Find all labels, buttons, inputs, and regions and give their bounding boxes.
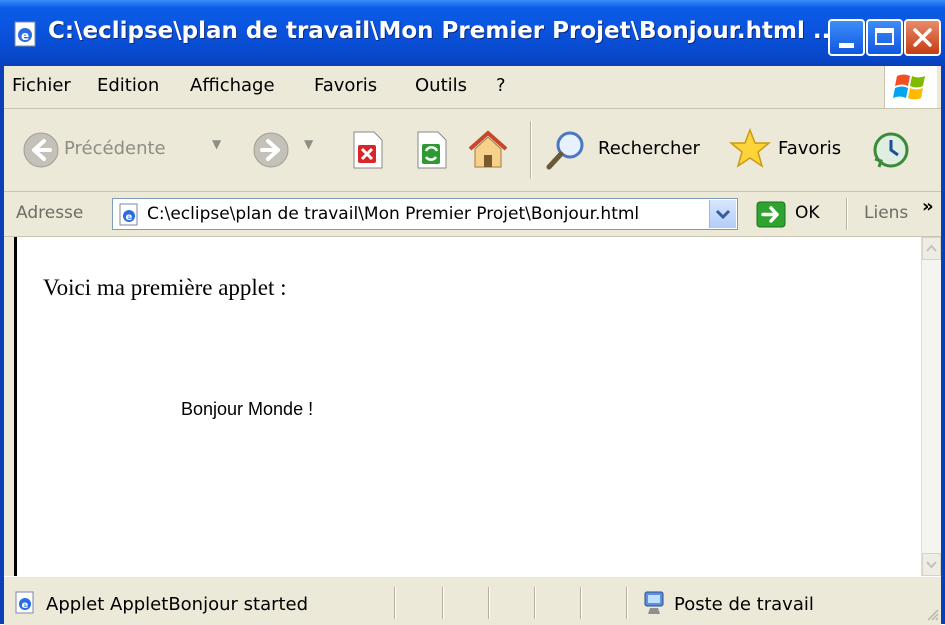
maximize-button[interactable] <box>866 19 903 56</box>
computer-zone-icon <box>644 591 664 614</box>
intro-text: Voici ma première applet : <box>43 275 287 300</box>
links-more-icon[interactable]: » <box>922 196 934 217</box>
links-label[interactable]: Liens <box>864 203 908 223</box>
status-separator <box>534 587 536 619</box>
status-separator <box>442 587 444 619</box>
windows-flag-panel <box>884 66 937 108</box>
title-bar[interactable]: e C:\eclipse\plan de travail\Mon Premier… <box>0 0 945 66</box>
ie-page-icon: e <box>119 203 138 226</box>
address-dropdown-button[interactable] <box>709 200 736 228</box>
chevron-down-icon <box>926 561 937 569</box>
forward-arrow-icon[interactable] <box>252 131 290 169</box>
vertical-scrollbar[interactable] <box>921 237 941 576</box>
back-button-label[interactable]: Précédente <box>64 138 166 159</box>
status-bar: e Applet AppletBonjour started Poste de … <box>4 576 941 625</box>
forward-dropdown-icon[interactable]: ▼ <box>304 137 313 151</box>
ie-page-icon: e <box>14 21 36 47</box>
chevron-up-icon <box>926 244 937 252</box>
menu-bar: Fichier Edition Affichage Favoris Outils… <box>4 66 941 109</box>
refresh-icon[interactable] <box>412 129 450 171</box>
favorites-star-icon[interactable] <box>728 127 772 171</box>
svg-text:e: e <box>21 29 29 43</box>
address-separator <box>846 198 848 230</box>
status-separator <box>488 587 490 619</box>
close-icon <box>913 28 932 47</box>
address-label: Adresse <box>16 203 84 223</box>
address-bar: Adresse e C:\eclipse\plan de travail\Mon… <box>4 192 941 237</box>
toolbar: Précédente ▼ ▼ Rechercher Favoris <box>4 109 941 192</box>
status-separator <box>626 587 628 619</box>
status-message: Applet AppletBonjour started <box>46 594 309 615</box>
maximize-icon <box>875 28 894 45</box>
scroll-up-button[interactable] <box>922 237 941 260</box>
menu-favoris[interactable]: Favoris <box>314 75 377 96</box>
address-input[interactable]: e C:\eclipse\plan de travail\Mon Premier… <box>112 198 738 230</box>
minimize-button[interactable] <box>828 19 865 56</box>
window-title: C:\eclipse\plan de travail\Mon Premier P… <box>48 18 840 44</box>
back-arrow-icon[interactable] <box>22 131 60 169</box>
security-zone-label: Poste de travail <box>674 594 814 615</box>
applet-output-text: Bonjour Monde ! <box>181 399 314 419</box>
status-separator <box>394 587 396 619</box>
browser-window: e C:\eclipse\plan de travail\Mon Premier… <box>0 0 945 625</box>
chevron-down-icon <box>715 209 731 220</box>
home-icon[interactable] <box>466 127 510 171</box>
go-button-label[interactable]: OK <box>795 203 820 223</box>
status-separator <box>580 587 582 619</box>
page-content: Voici ma première applet : Bonjour Monde… <box>14 237 921 576</box>
close-button[interactable] <box>904 19 941 56</box>
search-button-label[interactable]: Rechercher <box>598 138 700 159</box>
favorites-button-label[interactable]: Favoris <box>778 138 841 159</box>
resize-grip-icon[interactable] <box>925 607 939 621</box>
history-icon[interactable] <box>870 129 912 171</box>
address-value[interactable]: C:\eclipse\plan de travail\Mon Premier P… <box>147 204 639 224</box>
windows-flag-icon <box>893 74 925 100</box>
minimize-icon <box>839 43 854 48</box>
back-dropdown-icon[interactable]: ▼ <box>212 137 221 151</box>
menu-help[interactable]: ? <box>496 75 506 96</box>
scroll-down-button[interactable] <box>922 553 941 576</box>
svg-text:e: e <box>22 600 29 611</box>
toolbar-separator <box>530 121 532 179</box>
svg-text:e: e <box>126 212 133 223</box>
go-arrow-icon[interactable] <box>756 201 786 228</box>
ie-page-icon: e <box>15 591 34 614</box>
stop-icon[interactable] <box>348 129 386 171</box>
menu-outils[interactable]: Outils <box>415 75 467 96</box>
menu-edition[interactable]: Edition <box>97 75 159 96</box>
menu-fichier[interactable]: Fichier <box>12 75 71 96</box>
search-magnifier-icon[interactable] <box>544 129 588 171</box>
menu-affichage[interactable]: Affichage <box>190 75 275 96</box>
